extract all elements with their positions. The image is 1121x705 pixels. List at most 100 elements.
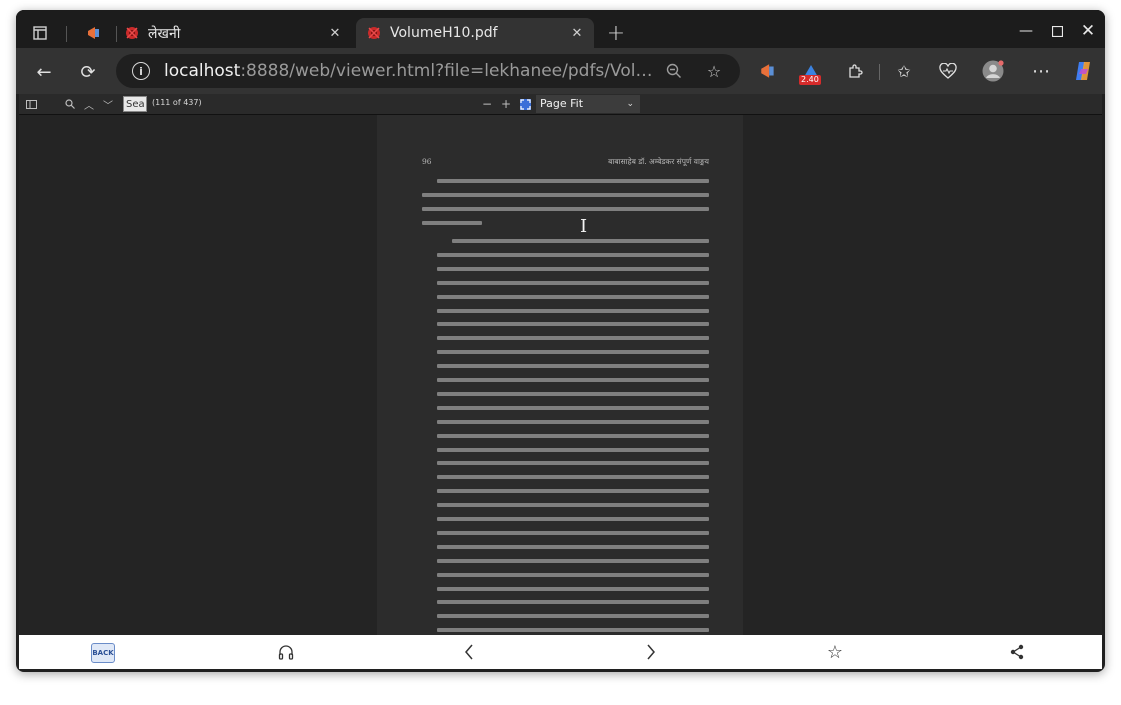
address-url[interactable]: localhost:8888/web/viewer.html?file=lekh… [164,61,654,81]
search-icon [65,99,75,109]
toolbar-divider [879,64,880,80]
plus-icon: + [606,20,626,46]
text-line [452,239,709,243]
tab-2[interactable]: लेखनी ✕ [114,18,352,48]
star-icon: ☆ [826,641,844,663]
profile-avatar[interactable] [981,59,1005,83]
zoom-select-value: Page Fit [540,97,584,110]
find-next-button[interactable]: ﹀ [102,96,114,112]
tab-divider [66,26,67,42]
text-line [437,266,709,271]
chevron-down-icon: ⌄ [626,99,634,109]
text-line [437,322,709,327]
zoom-in-button[interactable]: + [500,96,512,112]
maximize-icon [1051,25,1063,37]
text-line [437,544,709,549]
text-line [437,489,709,494]
text-line [437,558,709,563]
back-button[interactable]: ← [30,58,58,86]
text-line [437,572,709,577]
text-line [437,308,709,313]
text-line [437,628,709,633]
extensions-puzzle-icon[interactable] [843,59,867,83]
chevron-up-icon: ︿ [84,100,94,112]
text-line [437,280,709,285]
tab-1[interactable] [76,18,116,48]
minimize-button[interactable]: — [1011,18,1041,44]
address-bar[interactable]: i localhost:8888/web/viewer.html?file=le… [116,54,740,88]
find-previous-button[interactable]: ︿ [83,96,95,112]
next-page-button[interactable] [640,642,662,662]
find-button[interactable] [64,96,76,112]
pdf-page: 96 बाबासाहेब डॉ. अम्बेडकर संपूर्ण वाङ्मय [377,115,743,635]
presentation-mode-button[interactable] [519,96,531,112]
share-button[interactable] [1006,642,1028,662]
share-icon [1010,644,1024,660]
text-line [437,447,709,452]
extension-with-badge[interactable]: 2.40 [799,59,823,85]
chevron-right-icon [647,644,655,660]
tab-3[interactable]: VolumeH10.pdf ✕ [356,18,594,48]
extension-badge: 2.40 [799,75,821,85]
info-icon[interactable]: i [132,62,150,80]
tab-3-label: VolumeH10.pdf [390,25,498,41]
browser-toolbar: ← ⟳ i localhost:8888/web/viewer.html?fil… [16,48,1105,94]
close-icon: ✕ [1080,21,1096,41]
tab-2-label: लेखनी [148,25,181,42]
sidebar-toggle-button[interactable] [25,96,37,112]
fullscreen-icon [519,98,531,110]
more-options-icon[interactable]: ⋯ [1029,59,1053,83]
text-line [437,600,709,605]
tab-actions-button[interactable] [26,19,54,47]
reload-icon: ⟳ [80,61,96,83]
close-icon[interactable]: ✕ [568,24,586,42]
pdf-viewer[interactable]: 96 बाबासाहेब डॉ. अम्बेडकर संपूर्ण वाङ्मय [19,115,1102,635]
page-header: बाबासाहेब डॉ. अम्बेडकर संपूर्ण वाङ्मय [608,157,709,166]
favorites-icon[interactable]: ✩ [892,59,916,83]
text-line [437,405,709,410]
address-host: localhost [164,61,241,81]
minus-icon: − [481,97,493,111]
text-line [437,336,709,341]
text-line [437,378,709,382]
reload-button[interactable]: ⟳ [74,58,102,86]
text-line [437,419,709,424]
minimize-icon: — [1019,23,1033,39]
text-line [422,207,709,211]
text-line [437,530,709,535]
copilot-icon[interactable] [1071,59,1095,83]
text-line [437,517,709,521]
megaphone-extension-icon[interactable] [756,59,780,83]
text-line [437,475,709,480]
bookmark-button[interactable]: ☆ [824,641,846,663]
page-count: (111 of 437) [152,98,202,107]
address-path: :8888/web/viewer.html?file=lekhanee/pdfs… [240,61,654,81]
browser-essentials-heart-icon[interactable] [936,59,960,83]
text-line [437,179,709,183]
back-app-button[interactable]: BACK [91,643,115,663]
text-line [437,433,709,438]
text-cursor-icon: I [580,216,588,237]
text-line [437,252,709,257]
tab-strip: लेखनी ✕ VolumeH10.pdf ✕ + — ✕ [16,10,1105,48]
text-line [437,503,709,508]
headphones-icon [278,645,294,660]
favorite-star-icon[interactable]: ☆ [704,61,724,81]
sidebar-icon [25,99,37,109]
find-input[interactable]: Sea [123,96,147,112]
audio-button[interactable] [275,642,297,662]
arrow-left-icon: ← [36,61,52,83]
text-line [437,294,709,299]
previous-page-button[interactable] [458,642,480,662]
close-window-button[interactable]: ✕ [1073,18,1103,44]
zoom-select[interactable]: Page Fit ⌄ [536,95,640,113]
zoom-out-icon[interactable] [664,61,684,81]
chevron-left-icon [465,644,473,660]
maximize-button[interactable] [1042,18,1072,44]
close-icon[interactable]: ✕ [326,24,344,42]
ganesha-icon [366,25,382,41]
new-tab-button[interactable]: + [602,19,630,47]
text-line [437,586,709,591]
page-number: 96 [422,157,432,166]
zoom-out-button[interactable]: − [481,96,493,112]
